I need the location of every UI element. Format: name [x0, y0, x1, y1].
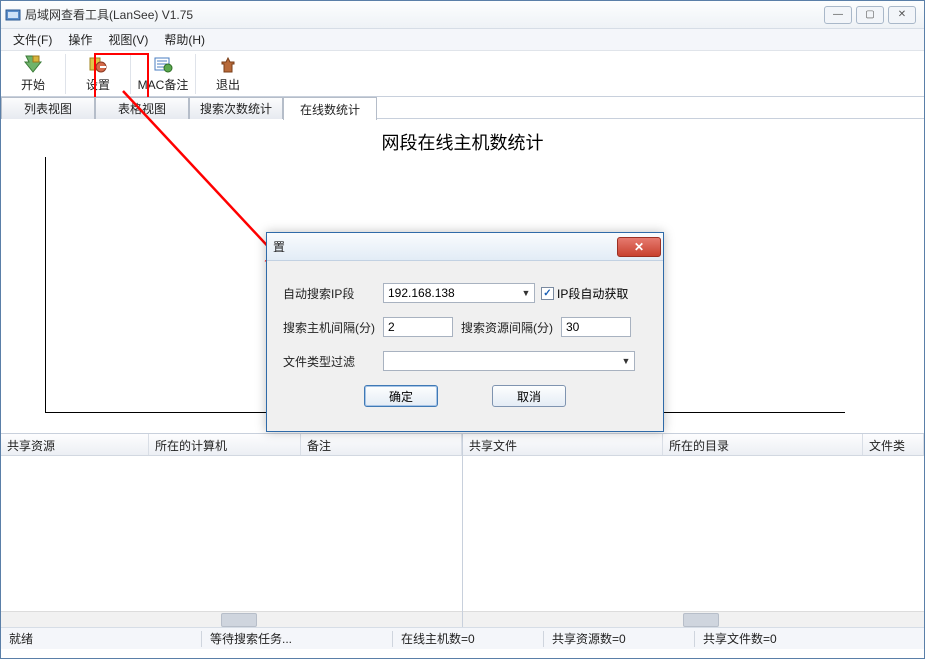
- scrollbar[interactable]: [1, 611, 462, 627]
- toolbar-exit-label: 退出: [216, 76, 240, 93]
- toolbar-mac[interactable]: MAC备注: [131, 51, 195, 97]
- panel-share-resources: 共享资源 所在的计算机 备注: [1, 434, 463, 627]
- start-icon: [23, 54, 43, 74]
- input-host-interval[interactable]: [383, 317, 453, 337]
- app-icon: [5, 7, 21, 23]
- bottom-panels: 共享资源 所在的计算机 备注 共享文件 所在的目录 文件类: [1, 433, 924, 627]
- status-share-file-count: 共享文件数=0: [695, 630, 924, 647]
- label-res-interval: 搜索资源间隔(分): [461, 319, 561, 336]
- col-filetype[interactable]: 文件类: [863, 434, 924, 455]
- toolbar-mac-label: MAC备注: [138, 76, 189, 93]
- chevron-down-icon: ▼: [520, 287, 532, 299]
- row-auto-ip: 自动搜索IP段 192.168.138 ▼ ✓ IP段自动获取: [283, 279, 647, 307]
- panel-header: 共享文件 所在的目录 文件类: [463, 434, 924, 456]
- label-file-filter: 文件类型过滤: [283, 353, 383, 370]
- dialog-title: 置: [273, 238, 617, 255]
- maximize-button[interactable]: ▢: [856, 6, 884, 24]
- menu-help[interactable]: 帮助(H): [158, 29, 211, 50]
- toolbar-start[interactable]: 开始: [1, 51, 65, 97]
- checkbox-auto-ip[interactable]: ✓: [541, 287, 554, 300]
- combo-ip-range[interactable]: 192.168.138 ▼: [383, 283, 535, 303]
- scrollbar-thumb[interactable]: [221, 613, 257, 627]
- col-remark[interactable]: 备注: [301, 434, 462, 455]
- toolbar-exit[interactable]: 退出: [196, 51, 260, 97]
- chevron-down-icon: ▼: [620, 355, 632, 367]
- col-share-resource[interactable]: 共享资源: [1, 434, 149, 455]
- menu-view[interactable]: 视图(V): [102, 29, 154, 50]
- label-auto-ip-get: IP段自动获取: [557, 285, 628, 302]
- status-ready: 就绪: [1, 630, 201, 647]
- mac-icon: [153, 54, 173, 74]
- col-directory[interactable]: 所在的目录: [663, 434, 863, 455]
- status-bar: 就绪 等待搜索任务... 在线主机数=0 共享资源数=0 共享文件数=0: [1, 627, 924, 649]
- exit-icon: [218, 54, 238, 74]
- col-computer[interactable]: 所在的计算机: [149, 434, 301, 455]
- dialog-body: 自动搜索IP段 192.168.138 ▼ ✓ IP段自动获取 搜索主机间隔(分…: [267, 261, 663, 417]
- menu-operate[interactable]: 操作: [62, 29, 98, 50]
- status-waiting: 等待搜索任务...: [202, 630, 392, 647]
- menu-bar: 文件(F) 操作 视图(V) 帮助(H): [1, 29, 924, 51]
- status-share-res-count: 共享资源数=0: [544, 630, 694, 647]
- toolbar-settings[interactable]: 设置: [66, 51, 130, 97]
- panel-body: [1, 456, 462, 611]
- dialog-titlebar[interactable]: 置 ✕: [267, 233, 663, 261]
- dialog-close-button[interactable]: ✕: [617, 237, 661, 257]
- status-online-count: 在线主机数=0: [393, 630, 543, 647]
- label-host-interval: 搜索主机间隔(分): [283, 319, 383, 336]
- window-controls: — ▢ ✕: [824, 6, 916, 24]
- settings-dialog: 置 ✕ 自动搜索IP段 192.168.138 ▼ ✓ IP段自动获取 搜索主机…: [266, 232, 664, 432]
- scrollbar[interactable]: [463, 611, 924, 627]
- close-button[interactable]: ✕: [888, 6, 916, 24]
- dialog-buttons: 确定 取消: [283, 385, 647, 407]
- toolbar: 开始 设置 MAC备注 退出: [1, 51, 924, 97]
- panel-body: [463, 456, 924, 611]
- cancel-button[interactable]: 取消: [492, 385, 566, 407]
- toolbar-start-label: 开始: [21, 76, 45, 93]
- ok-button[interactable]: 确定: [364, 385, 438, 407]
- col-share-file[interactable]: 共享文件: [463, 434, 663, 455]
- settings-icon: [88, 54, 108, 74]
- panel-header: 共享资源 所在的计算机 备注: [1, 434, 462, 456]
- tab-bar: 列表视图 表格视图 搜索次数统计 在线数统计: [1, 97, 924, 119]
- scrollbar-thumb[interactable]: [683, 613, 719, 627]
- menu-file[interactable]: 文件(F): [7, 29, 58, 50]
- input-res-interval[interactable]: [561, 317, 631, 337]
- panel-share-files: 共享文件 所在的目录 文件类: [463, 434, 924, 627]
- label-auto-ip: 自动搜索IP段: [283, 285, 383, 302]
- combo-file-filter[interactable]: ▼: [383, 351, 635, 371]
- row-intervals: 搜索主机间隔(分) 搜索资源间隔(分): [283, 313, 647, 341]
- tab-list-view[interactable]: 列表视图: [1, 97, 95, 119]
- window-title: 局域网查看工具(LanSee) V1.75: [25, 6, 824, 23]
- toolbar-settings-label: 设置: [86, 76, 110, 93]
- tab-grid-view[interactable]: 表格视图: [95, 97, 189, 119]
- tab-search-stats[interactable]: 搜索次数统计: [189, 97, 283, 119]
- combo-ip-value: 192.168.138: [388, 286, 455, 300]
- minimize-button[interactable]: —: [824, 6, 852, 24]
- row-file-filter: 文件类型过滤 ▼: [283, 347, 647, 375]
- chart-title: 网段在线主机数统计: [19, 125, 906, 159]
- title-bar: 局域网查看工具(LanSee) V1.75 — ▢ ✕: [1, 1, 924, 29]
- tab-online-stats[interactable]: 在线数统计: [283, 97, 377, 120]
